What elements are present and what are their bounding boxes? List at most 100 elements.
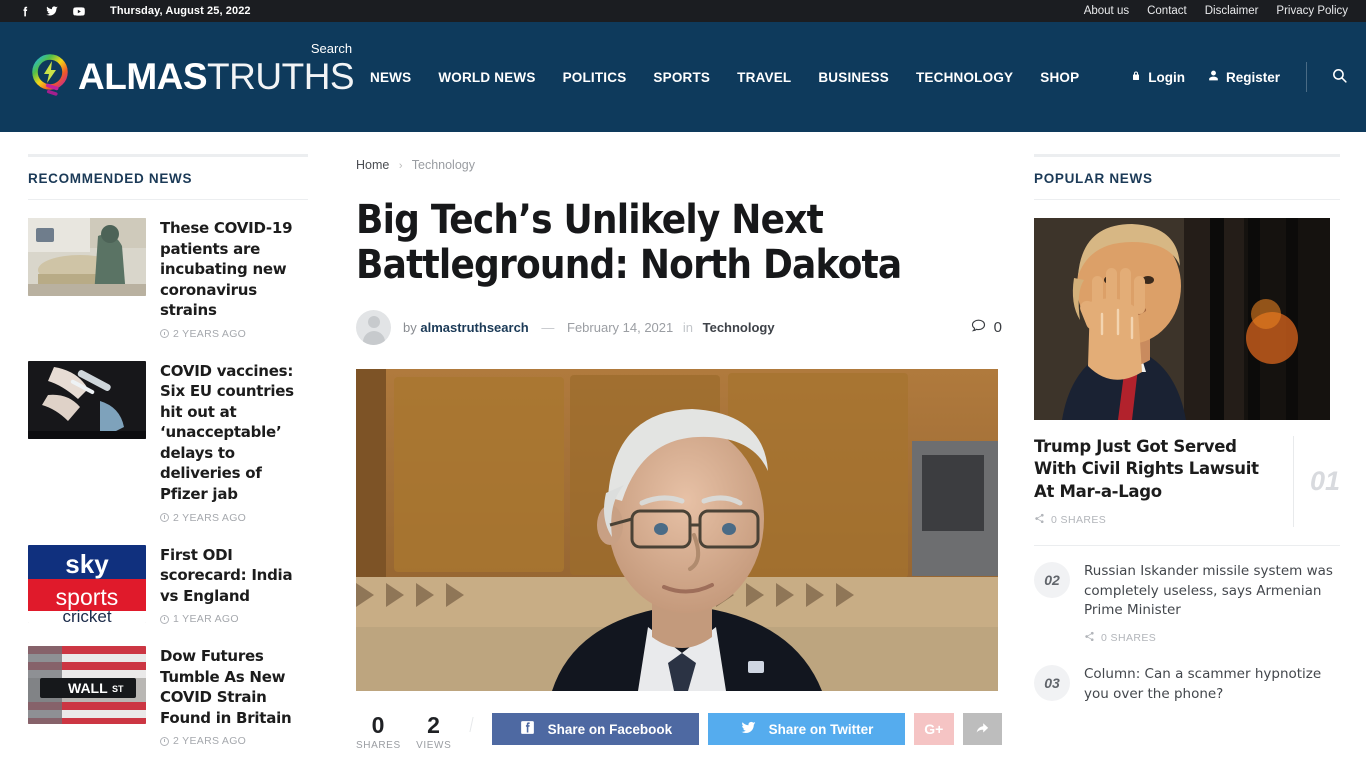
header-actions: Login Register: [1108, 62, 1348, 92]
logo-bulb-icon: [28, 51, 76, 103]
nav-item-news[interactable]: NEWS: [370, 70, 411, 85]
youtube-icon[interactable]: [72, 4, 86, 18]
popular-item-title[interactable]: Russian Iskander missile system was comp…: [1084, 562, 1340, 621]
article-main: Home › Technology Big Tech’s Unlikely Ne…: [336, 132, 1026, 768]
list-item[interactable]: These COVID-19 patients are incubating n…: [28, 218, 308, 340]
nav-item-business[interactable]: BUSINESS: [818, 70, 889, 85]
share-icon: [1034, 513, 1045, 527]
login-link[interactable]: Login: [1130, 70, 1185, 85]
comment-count[interactable]: 0: [970, 317, 1002, 338]
facebook-icon[interactable]: [18, 4, 32, 18]
list-item-title[interactable]: First ODI scorecard: India vs England: [160, 545, 308, 607]
list-item[interactable]: WALL ST Dow Futures Tumble As New COVID …: [28, 646, 308, 747]
popular-item-title[interactable]: Column: Can a scammer hypnotize you over…: [1084, 665, 1340, 704]
breadcrumb-separator-icon: ›: [398, 160, 403, 172]
page-body: RECOMMENDED NEWS These COVID-19 patients…: [0, 132, 1366, 768]
search-icon: [1331, 67, 1348, 87]
site-header: ALMAS TRUTHS Search NEWS WORLD NEWS POLIT…: [0, 22, 1366, 132]
byline-in-label: in: [682, 320, 693, 336]
nav-item-world-news[interactable]: WORLD NEWS: [438, 70, 535, 85]
byline-text: by almastruthsearch — February 14, 2021 …: [403, 320, 775, 335]
topbar-links: About us Contact Disclaimer Privacy Poli…: [1084, 5, 1348, 17]
views-count: 2: [427, 712, 440, 739]
shares-label: SHARES: [356, 739, 401, 751]
popular-featured-title[interactable]: Trump Just Got Served With Civil Rights …: [1034, 436, 1281, 503]
share-googleplus-button[interactable]: G+: [914, 713, 954, 746]
share-icon: [1084, 631, 1095, 645]
recommended-news-title: RECOMMENDED NEWS: [28, 154, 308, 200]
list-item-body: First ODI scorecard: India vs England 1 …: [160, 545, 308, 625]
list-item-title[interactable]: These COVID-19 patients are incubating n…: [160, 218, 308, 321]
clock-icon: [160, 736, 169, 746]
svg-text:ST: ST: [112, 684, 124, 694]
search-button[interactable]: [1331, 67, 1348, 87]
share-bar: 0 SHARES 2 VIEWS Share on Facebook Share…: [356, 712, 1002, 751]
comment-count-value: 0: [993, 319, 1002, 337]
share-twitter-button[interactable]: Share on Twitter: [707, 713, 906, 746]
list-item[interactable]: 03 Column: Can a scammer hypnotize you o…: [1034, 664, 1340, 704]
svg-text:sky: sky: [65, 549, 109, 579]
list-item[interactable]: sky sports cricket First ODI scorecard: …: [28, 544, 308, 625]
nav-item-sports[interactable]: SPORTS: [653, 70, 710, 85]
views-label: VIEWS: [416, 739, 452, 751]
share-facebook-button[interactable]: Share on Facebook: [491, 713, 699, 746]
register-label: Register: [1225, 69, 1280, 85]
breadcrumb-category[interactable]: Technology: [412, 158, 475, 172]
list-item-title[interactable]: COVID vaccines: Six EU countries hit out…: [160, 361, 308, 505]
byline-author[interactable]: almastruthsearch: [420, 320, 528, 335]
topbar-link-disclaimer[interactable]: Disclaimer: [1205, 5, 1259, 17]
login-label: Login: [1148, 69, 1185, 85]
popular-featured-body: Trump Just Got Served With Civil Rights …: [1034, 436, 1281, 527]
thumbnail-hospital-bed-photo[interactable]: [28, 218, 146, 296]
logo-primary-text: ALMAS: [78, 56, 208, 97]
byline-category[interactable]: Technology: [703, 320, 775, 335]
page-title: Big Tech’s Unlikely Next Battleground: N…: [356, 197, 902, 289]
svg-text:WALL: WALL: [68, 680, 108, 696]
popular-featured-item[interactable]: Trump Just Got Served With Civil Rights …: [1034, 436, 1340, 527]
register-link[interactable]: Register: [1207, 69, 1280, 85]
nav-item-travel[interactable]: TRAVEL: [737, 70, 791, 85]
popular-divider: [1034, 544, 1340, 546]
popular-item-rank: 03: [1034, 664, 1070, 701]
list-item-meta: 2 YEARS AGO: [160, 512, 308, 524]
google-plus-icon: G+: [924, 721, 944, 738]
list-item-meta: 2 YEARS AGO: [160, 735, 308, 747]
list-item[interactable]: 02 Russian Iskander missile system was c…: [1034, 561, 1340, 645]
current-date: Thursday, August 25, 2022: [110, 5, 251, 17]
popular-item-shares: 0 SHARES: [1084, 631, 1340, 645]
site-logo[interactable]: ALMAS TRUTHS Search: [28, 41, 355, 110]
twitter-icon[interactable]: [45, 4, 59, 18]
nav-item-politics[interactable]: POLITICS: [563, 70, 627, 85]
share-arrow-icon: [974, 719, 991, 739]
byline-by-label: by: [403, 320, 417, 336]
topbar-link-privacy-policy[interactable]: Privacy Policy: [1276, 5, 1348, 17]
top-bar: Thursday, August 25, 2022 About us Conta…: [0, 0, 1366, 22]
right-sidebar: POPULAR NEWS Trump Just Got Served With …: [1026, 132, 1348, 768]
share-twitter-label: Share on Twitter: [768, 721, 874, 737]
popular-featured-rank: 01: [1292, 436, 1340, 527]
clock-icon: [160, 329, 169, 339]
popular-item-body: Russian Iskander missile system was comp…: [1084, 562, 1340, 645]
article-feature-image: [356, 369, 998, 692]
header-divider: [1306, 62, 1307, 92]
topbar-link-contact[interactable]: Contact: [1147, 5, 1187, 17]
share-more-button[interactable]: [962, 713, 1002, 746]
nav-item-technology[interactable]: TECHNOLOGY: [916, 70, 1013, 85]
logo-superscript-text: Search: [310, 41, 353, 56]
topbar-link-about-us[interactable]: About us: [1084, 5, 1129, 17]
share-divider: [469, 717, 474, 733]
thumbnail-sky-sports-cricket-logo[interactable]: sky sports cricket: [28, 544, 146, 623]
list-item[interactable]: COVID vaccines: Six EU countries hit out…: [28, 360, 308, 524]
breadcrumb-home[interactable]: Home: [356, 158, 389, 172]
popular-item-rank: 02: [1034, 561, 1070, 598]
logo-secondary-text: TRUTHS: [207, 56, 355, 97]
popular-item-shares-text: 0 SHARES: [1101, 631, 1157, 644]
thumbnail-wall-street-sign-photo[interactable]: WALL ST: [28, 646, 146, 725]
thumbnail-trump-hand-raised-photo[interactable]: [1034, 218, 1330, 420]
list-item-body: Dow Futures Tumble As New COVID Strain F…: [160, 646, 308, 747]
main-navigation: NEWS WORLD NEWS POLITICS SPORTS TRAVEL B…: [370, 70, 1079, 85]
thumbnail-vaccine-syringe-photo[interactable]: [28, 360, 146, 439]
nav-item-shop[interactable]: SHOP: [1040, 70, 1079, 85]
clock-icon: [160, 614, 169, 624]
list-item-title[interactable]: Dow Futures Tumble As New COVID Strain F…: [160, 646, 308, 728]
